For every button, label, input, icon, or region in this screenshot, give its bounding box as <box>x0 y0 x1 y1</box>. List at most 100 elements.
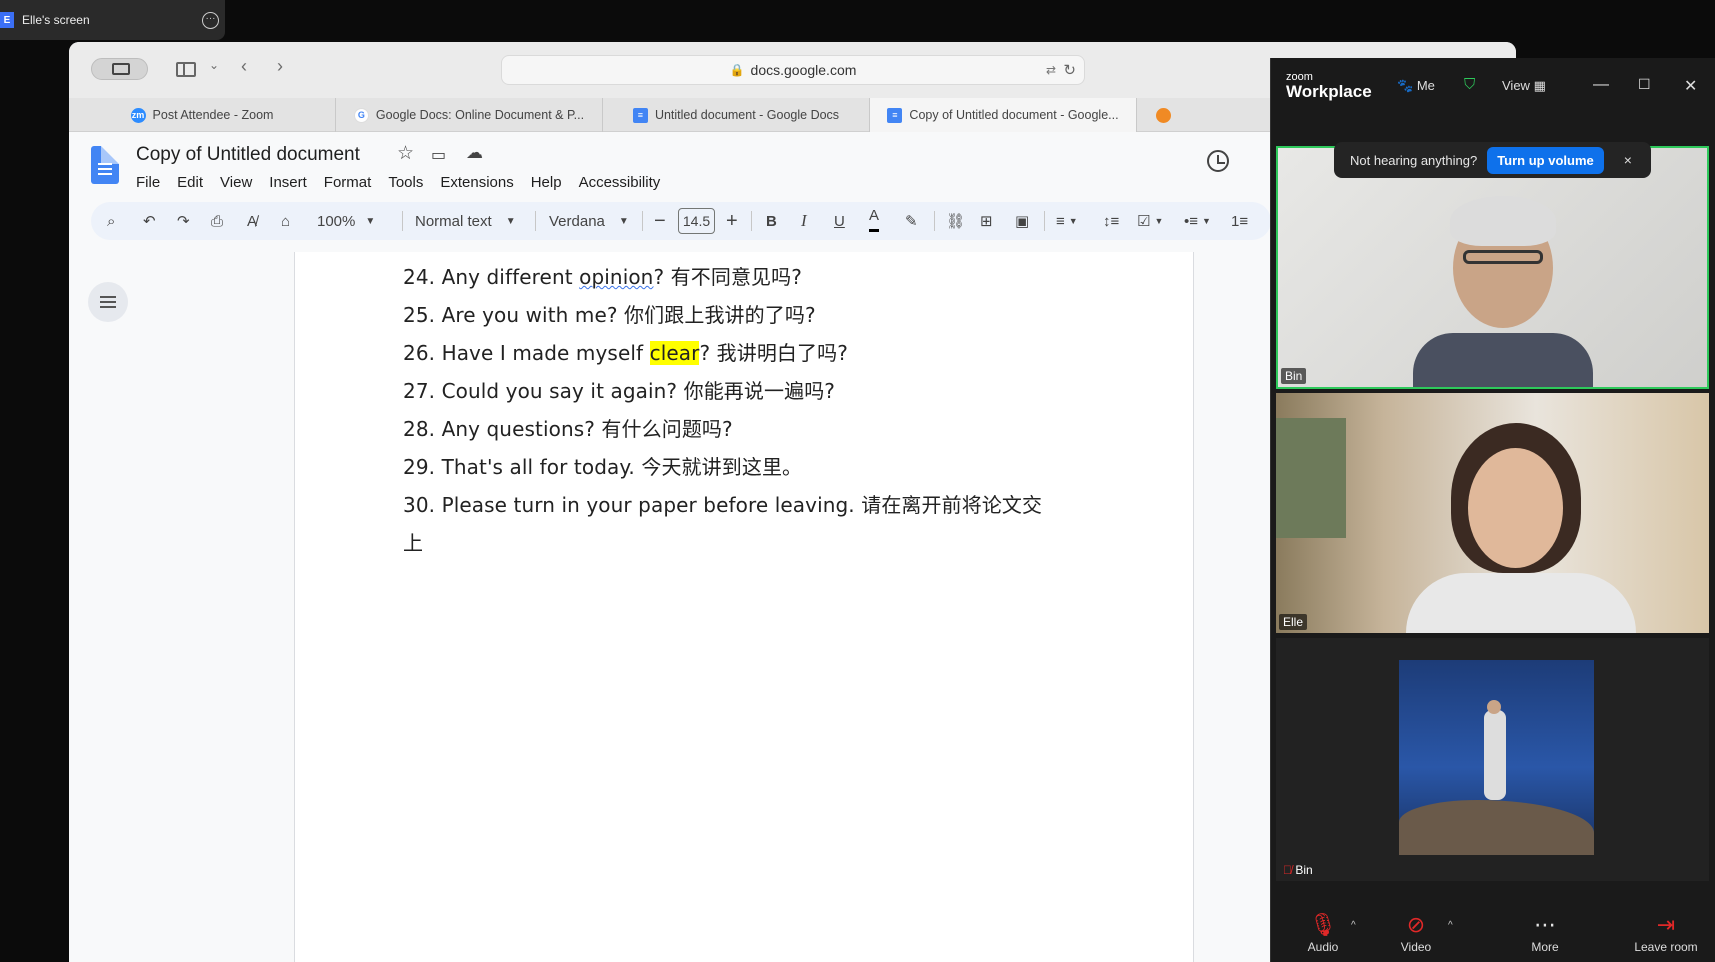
redo-icon[interactable]: ↷ <box>177 202 190 240</box>
video-options-caret[interactable]: ^ <box>1448 920 1453 931</box>
minimize-icon[interactable]: — <box>1593 76 1609 94</box>
audio-button[interactable]: 🎙 Audio <box>1288 910 1358 954</box>
highlight-color-icon[interactable]: ✎ <box>905 202 918 240</box>
reload-icon[interactable]: ↻ <box>1063 61 1076 79</box>
leave-room-button[interactable]: ⇥ Leave room <box>1626 910 1706 954</box>
menu-format[interactable]: Format <box>324 174 372 191</box>
translate-icon[interactable]: ⇄ <box>1046 63 1056 77</box>
address-bar[interactable]: 🔒 docs.google.com ⇄ ↻ <box>501 55 1085 85</box>
paragraph-style-select[interactable]: Normal text ▼ <box>415 202 516 240</box>
video-tile-elle[interactable]: Elle <box>1276 393 1709 633</box>
sidebar-icon[interactable] <box>176 62 196 77</box>
docs-icon: ≡ <box>632 107 648 123</box>
menu-edit[interactable]: Edit <box>177 174 203 191</box>
google-icon: G <box>353 107 369 123</box>
url-text: docs.google.com <box>750 62 857 78</box>
spellcheck-icon[interactable]: A̸ <box>247 202 257 240</box>
tab-overflow[interactable] <box>1137 98 1197 132</box>
more-options-icon[interactable]: ··· <box>202 12 219 29</box>
muted-mic-icon: 🎙̸ <box>1283 863 1292 877</box>
more-button[interactable]: ⋯ More <box>1510 910 1580 954</box>
notice-close-icon[interactable]: × <box>1624 152 1632 168</box>
turn-up-volume-button[interactable]: Turn up volume <box>1487 146 1604 174</box>
undo-icon[interactable]: ↶ <box>143 202 156 240</box>
chevron-down-icon[interactable]: ⌄ <box>209 58 219 72</box>
me-button[interactable]: 🐾 Me <box>1397 78 1435 94</box>
docs-logo-icon[interactable] <box>91 146 119 184</box>
align-icon[interactable]: ≡ ▼ <box>1056 202 1078 240</box>
star-icon[interactable]: ☆ <box>397 142 414 165</box>
underline-icon[interactable]: U <box>834 202 845 240</box>
participant-name: Elle <box>1279 614 1308 630</box>
increase-font-size-button[interactable]: + <box>726 202 738 240</box>
misspelled-word[interactable]: opinion <box>579 265 653 289</box>
highlighted-word[interactable]: clear <box>649 341 700 365</box>
doc-line[interactable]: 26. Have I made myself clear? 我讲明白了吗? <box>403 334 1103 372</box>
menu-file[interactable]: File <box>136 174 160 191</box>
italic-icon[interactable]: I <box>801 202 807 240</box>
line-spacing-icon[interactable]: ↕≡ <box>1103 202 1119 240</box>
muted-mic-icon: 🎙 <box>1309 912 1337 937</box>
add-comment-icon[interactable]: ⊞ <box>980 202 993 240</box>
zoom-meeting-panel: zoom Workplace 🐾 Me ⛉ View ▦ — ☐ ✕ Not h… <box>1270 58 1715 962</box>
print-icon[interactable]: ⎙ <box>211 202 223 240</box>
tab-label: Copy of Untitled document - Google... <box>909 108 1119 122</box>
profile-photo <box>1399 660 1594 855</box>
numbered-list-icon[interactable]: 1≡ <box>1231 202 1248 240</box>
tab-copy-of-untitled[interactable]: ≡ Copy of Untitled document - Google... <box>870 98 1137 132</box>
paint-format-icon[interactable]: ⌂ <box>281 202 290 240</box>
zoom-icon: zm <box>130 107 146 123</box>
insert-link-icon[interactable]: ⛓ <box>946 202 965 240</box>
bold-icon[interactable]: B <box>766 202 777 240</box>
maximize-icon[interactable]: ☐ <box>1638 76 1651 93</box>
doc-line[interactable]: 29. That's all for today. 今天就讲到这里。 <box>403 448 1103 486</box>
move-folder-icon[interactable]: ▭ <box>431 145 446 165</box>
menu-help[interactable]: Help <box>531 174 562 191</box>
search-menus-icon[interactable]: ⌕ <box>107 202 115 240</box>
grid-icon: ▦ <box>1533 78 1546 93</box>
doc-line[interactable]: 30. Please turn in your paper before lea… <box>403 486 1103 524</box>
menu-insert[interactable]: Insert <box>269 174 307 191</box>
font-size-input[interactable]: 14.5 <box>678 208 715 234</box>
text-color-icon[interactable]: A <box>869 202 880 232</box>
view-button[interactable]: View ▦ <box>1502 78 1546 94</box>
doc-line[interactable]: 27. Could you say it again? 你能再说一遍吗? <box>403 372 1103 410</box>
cloud-status-icon[interactable]: ☁ <box>466 143 483 163</box>
document-body[interactable]: 24. Any different opinion? 有不同意见吗? 25. A… <box>403 258 1103 562</box>
menu-view[interactable]: View <box>220 174 252 191</box>
zoom-select[interactable]: 100% ▼ <box>317 202 375 240</box>
screen-share-banner: E Elle's screen ··· <box>0 0 225 40</box>
tab-overview-button[interactable] <box>91 58 148 80</box>
insert-image-icon[interactable]: ▣ <box>1015 202 1029 240</box>
tab-google-docs-landing[interactable]: G Google Docs: Online Document & P... <box>336 98 603 132</box>
close-icon[interactable]: ✕ <box>1684 76 1697 96</box>
doc-line[interactable]: 28. Any questions? 有什么问题吗? <box>403 410 1103 448</box>
video-button[interactable]: ⊘ Video <box>1381 910 1451 954</box>
bulleted-list-icon[interactable]: •≡ ▼ <box>1184 202 1211 240</box>
tab-post-attendee[interactable]: zm Post Attendee - Zoom <box>69 98 336 132</box>
participant-name: Bin <box>1281 368 1307 384</box>
document-page[interactable]: 24. Any different opinion? 有不同意见吗? 25. A… <box>294 252 1194 962</box>
checklist-icon[interactable]: ☑ ▼ <box>1137 202 1163 240</box>
video-tile-bin-photo[interactable]: 🎙̸ Bin <box>1276 638 1709 881</box>
forward-icon[interactable]: › <box>277 56 283 77</box>
doc-line[interactable]: 25. Are you with me? 你们跟上我讲的了吗? <box>403 296 1103 334</box>
paw-icon: 🐾 <box>1397 78 1414 93</box>
menu-tools[interactable]: Tools <box>388 174 423 191</box>
version-history-icon[interactable] <box>1207 150 1229 172</box>
decrease-font-size-button[interactable]: − <box>654 202 666 240</box>
menu-accessibility[interactable]: Accessibility <box>579 174 661 191</box>
document-outline-icon[interactable] <box>88 282 128 322</box>
formatting-toolbar: ⌕ ↶ ↷ ⎙ A̸ ⌂ 100% ▼ Normal text ▼ Verdana ▼… <box>91 202 1271 240</box>
back-icon[interactable]: ‹ <box>241 56 247 77</box>
tab-untitled-document[interactable]: ≡ Untitled document - Google Docs <box>603 98 870 132</box>
shield-icon[interactable]: ⛉ <box>1464 76 1475 93</box>
audio-options-caret[interactable]: ^ <box>1351 920 1356 931</box>
doc-line[interactable]: 24. Any different opinion? 有不同意见吗? <box>403 258 1103 296</box>
video-tile-bin[interactable]: Bin <box>1276 146 1709 389</box>
menu-extensions[interactable]: Extensions <box>440 174 513 191</box>
document-title[interactable]: Copy of Untitled document <box>136 144 360 166</box>
doc-line[interactable]: 上 <box>403 524 1103 562</box>
tab-label: Untitled document - Google Docs <box>654 108 840 122</box>
font-select[interactable]: Verdana ▼ <box>549 202 629 240</box>
